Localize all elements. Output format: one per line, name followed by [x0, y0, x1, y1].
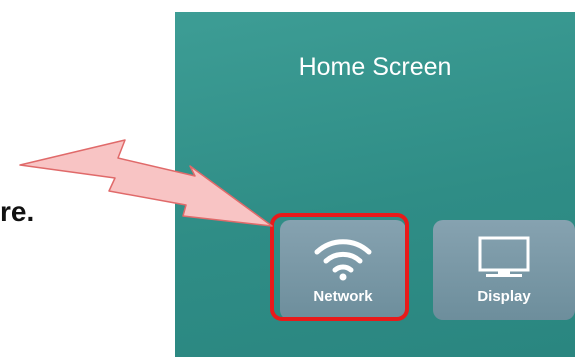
lightning-arrow-icon	[19, 139, 273, 227]
